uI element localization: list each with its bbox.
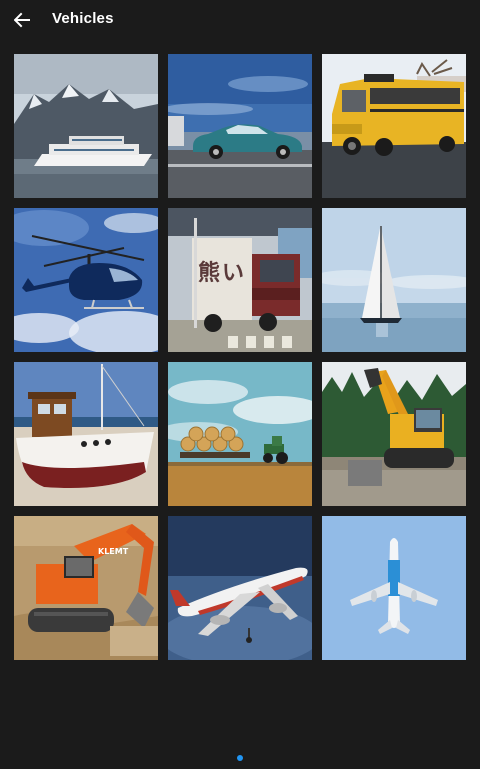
app-bar: Vehicles bbox=[0, 0, 480, 40]
gallery-item-excavator-2[interactable]: KLEMT bbox=[14, 516, 158, 660]
school-bus-image bbox=[322, 54, 466, 198]
gallery-item-cruise-ship[interactable] bbox=[14, 54, 158, 198]
truck-image: 熊 い bbox=[168, 208, 312, 352]
gallery-item-tractor[interactable] bbox=[168, 362, 312, 506]
classic-car-image bbox=[168, 54, 312, 198]
arrow-left-icon bbox=[14, 12, 30, 28]
image-grid: 熊 い KLEMT bbox=[14, 54, 466, 660]
page-title: Vehicles bbox=[52, 10, 114, 27]
gallery-item-school-bus[interactable] bbox=[322, 54, 466, 198]
tractor-image bbox=[168, 362, 312, 506]
page-indicator bbox=[0, 753, 480, 763]
gallery-item-classic-car[interactable] bbox=[168, 54, 312, 198]
gallery-item-airliner[interactable] bbox=[168, 516, 312, 660]
sailboat-image bbox=[322, 208, 466, 352]
fishing-boat-image bbox=[14, 362, 158, 506]
gallery-item-excavator[interactable] bbox=[322, 362, 466, 506]
svg-text:KLEMT: KLEMT bbox=[98, 547, 129, 556]
airliner-image bbox=[168, 516, 312, 660]
gallery-item-helicopter[interactable] bbox=[14, 208, 158, 352]
excavator-image bbox=[322, 362, 466, 506]
svg-text:い: い bbox=[222, 261, 244, 286]
gallery-item-airplane[interactable] bbox=[322, 516, 466, 660]
gallery-item-truck[interactable]: 熊 い bbox=[168, 208, 312, 352]
page-dot-active[interactable] bbox=[237, 755, 243, 761]
airplane-image bbox=[322, 516, 466, 660]
excavator-image: KLEMT bbox=[14, 516, 158, 660]
helicopter-image bbox=[14, 208, 158, 352]
cruise-ship-image bbox=[14, 54, 158, 198]
gallery-item-fishing-boat[interactable] bbox=[14, 362, 158, 506]
back-button[interactable] bbox=[8, 6, 36, 34]
gallery-item-sailboat[interactable] bbox=[322, 208, 466, 352]
svg-text:熊: 熊 bbox=[198, 260, 220, 286]
